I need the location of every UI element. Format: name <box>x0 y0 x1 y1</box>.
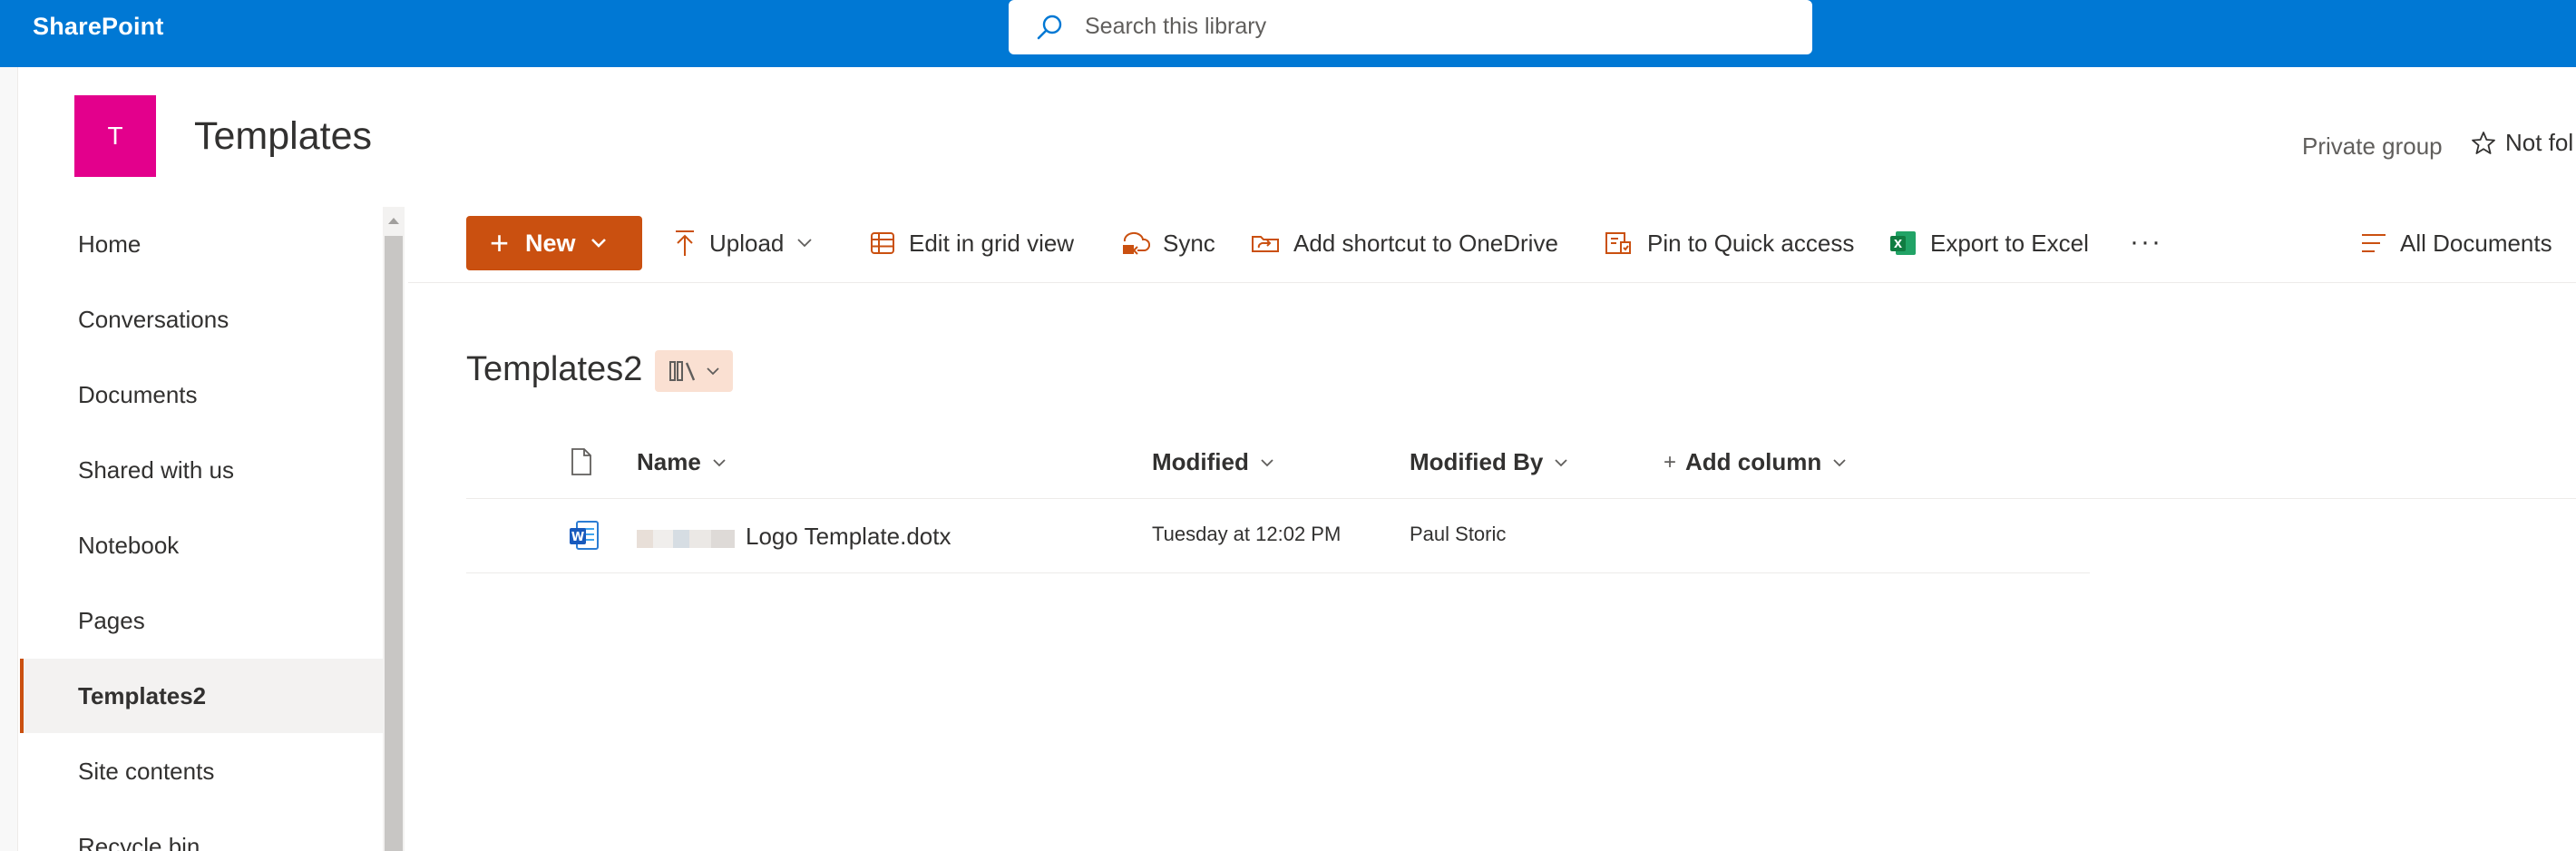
nav-item-label: Templates2 <box>78 681 207 709</box>
star-icon <box>2472 131 2495 154</box>
nav-item-label: Pages <box>78 606 145 634</box>
column-header-label: Modified <box>1152 448 1249 475</box>
nav-item-label: Notebook <box>78 531 180 559</box>
chevron-down-icon <box>1833 458 1846 466</box>
chevron-down-icon <box>1261 458 1273 466</box>
view-list-icon <box>2362 234 2386 252</box>
column-header-name[interactable]: Name <box>637 448 727 476</box>
site-title[interactable]: Templates <box>194 114 372 159</box>
suite-bar: SharePoint Search this library <box>0 0 2576 67</box>
search-box[interactable]: Search this library <box>1009 0 1812 54</box>
edit-grid-view-button[interactable]: Edit in grid view <box>869 225 1074 261</box>
view-selector[interactable]: All Documents <box>2360 225 2552 261</box>
search-input[interactable]: Search this library <box>1085 14 1266 40</box>
nav-item-site-contents[interactable]: Site contents <box>20 734 383 808</box>
modified-date: Tuesday at 12:02 PM <box>1152 523 1342 545</box>
chevron-down-icon <box>713 458 726 466</box>
site-logo[interactable]: T <box>74 95 156 177</box>
word-icon: W <box>570 521 599 550</box>
add-shortcut-label: Add shortcut to OneDrive <box>1293 229 1558 257</box>
export-excel-label: Export to Excel <box>1930 229 2089 257</box>
nav-item-documents[interactable]: Documents <box>20 357 383 432</box>
library-title: Templates2 <box>466 350 643 388</box>
plus-icon: + <box>1664 449 1677 474</box>
add-shortcut-button[interactable]: Add shortcut to OneDrive <box>1250 225 1558 261</box>
column-header-label: Name <box>637 448 701 475</box>
left-navigation: Home Conversations Documents Shared with… <box>20 207 383 851</box>
nav-item-label: Site contents <box>78 757 215 785</box>
chevron-down-icon <box>797 239 813 248</box>
library-icon <box>669 361 696 381</box>
scroll-up-arrow-icon[interactable] <box>383 212 405 229</box>
privacy-label: Private group <box>2302 132 2443 160</box>
nav-item-label: Documents <box>78 380 198 408</box>
upload-icon <box>676 230 694 256</box>
list-header: Name Modified Modified By + Add column <box>466 430 2576 499</box>
nav-item-notebook[interactable]: Notebook <box>20 508 383 582</box>
chevron-down-icon <box>590 239 606 248</box>
sync-label: Sync <box>1163 229 1215 257</box>
redacted-text <box>637 530 735 548</box>
table-row[interactable]: W Logo Template.dotx Tuesday at 12:02 PM… <box>466 499 2090 573</box>
export-excel-button[interactable]: X Export to Excel <box>1888 225 2089 261</box>
nav-item-templates2[interactable]: Templates2 <box>20 659 383 733</box>
nav-item-label: Home <box>78 230 141 258</box>
follow-button[interactable]: Not fol <box>2471 129 2573 157</box>
edit-grid-view-label: Edit in grid view <box>909 229 1075 257</box>
chevron-down-icon <box>707 367 719 376</box>
svg-text:W: W <box>571 531 584 544</box>
new-button-label: New <box>525 229 576 257</box>
grid-icon <box>871 232 894 254</box>
nav-item-label: Shared with us <box>78 455 234 484</box>
plus-icon: + <box>490 224 510 261</box>
nav-scrollbar[interactable] <box>383 207 405 851</box>
nav-item-label: Recycle bin <box>78 832 200 851</box>
search-icon <box>1037 15 1062 40</box>
column-header-modified[interactable]: Modified <box>1152 448 1274 476</box>
command-bar: + New Upload Edit in grid view Sync Add … <box>408 207 2576 283</box>
column-header-modified-by[interactable]: Modified By <box>1410 448 1568 476</box>
left-edge-strip <box>0 67 18 851</box>
scrollbar-thumb[interactable] <box>385 236 403 851</box>
follow-label: Not fol <box>2505 129 2574 156</box>
file-type-icon[interactable] <box>568 446 595 477</box>
sync-icon <box>1123 232 1150 255</box>
library-switcher[interactable] <box>655 350 733 392</box>
add-column-button[interactable]: + Add column <box>1664 448 1847 476</box>
nav-item-label: Conversations <box>78 305 229 333</box>
modified-by-link[interactable]: Paul Storic <box>1410 523 1506 546</box>
column-header-label: Add column <box>1685 448 1822 475</box>
new-button[interactable]: + New <box>466 216 642 270</box>
nav-item-conversations[interactable]: Conversations <box>20 282 383 357</box>
nav-item-shared-with-us[interactable]: Shared with us <box>20 433 383 507</box>
view-selector-label: All Documents <box>2400 229 2552 257</box>
app-brand[interactable]: SharePoint <box>33 13 164 41</box>
nav-item-recycle-bin[interactable]: Recycle bin <box>20 809 383 851</box>
shortcut-icon <box>1252 236 1279 252</box>
pin-quick-access-label: Pin to Quick access <box>1647 229 1855 257</box>
pin-icon <box>1605 232 1631 254</box>
column-header-label: Modified By <box>1410 448 1544 475</box>
file-name-link[interactable]: Logo Template.dotx <box>746 523 951 551</box>
excel-icon: X <box>1890 231 1916 255</box>
chevron-down-icon <box>1555 458 1567 466</box>
upload-button[interactable]: Upload <box>673 225 813 261</box>
svg-text:X: X <box>1894 238 1903 250</box>
more-options-button[interactable]: ··· <box>2130 227 2162 258</box>
nav-item-pages[interactable]: Pages <box>20 583 383 658</box>
pin-quick-access-button[interactable]: Pin to Quick access <box>1604 225 1854 261</box>
upload-label: Upload <box>709 229 785 257</box>
sync-button[interactable]: Sync <box>1119 225 1215 261</box>
nav-item-home[interactable]: Home <box>20 207 383 281</box>
